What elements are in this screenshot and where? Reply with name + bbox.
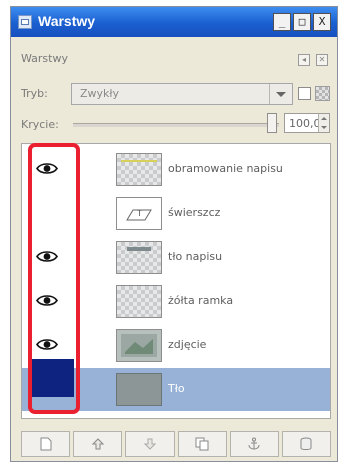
mode-value: Zwykły (80, 87, 120, 100)
new-layer-icon (40, 437, 52, 451)
opacity-slider[interactable] (73, 123, 279, 127)
opacity-value: 100,0 (289, 117, 321, 130)
delete-layer-icon (300, 437, 312, 450)
layer-name: tło napisu (168, 250, 223, 263)
anchor-layer-icon (248, 437, 260, 450)
layer-thumbnail (116, 285, 162, 318)
mode-label: Tryb: (21, 87, 48, 100)
layer-thumbnail (116, 373, 162, 406)
layers-toolbar (21, 431, 332, 457)
lower-layer-icon (143, 438, 156, 450)
maximize-button[interactable]: □ (293, 13, 311, 31)
layer-name: świerszcz (168, 206, 221, 219)
layer-thumbnail: T (116, 197, 162, 230)
transparency-checker-icon (315, 86, 330, 101)
panel-menu-icon[interactable]: ◂ (298, 54, 310, 66)
keep-transparency-checkbox[interactable] (298, 87, 311, 100)
svg-text:T: T (136, 209, 142, 218)
opacity-label: Krycie: (21, 118, 59, 131)
raise-layer-icon (91, 438, 104, 450)
new-layer-button[interactable] (21, 431, 71, 457)
layers-window-icon (18, 15, 32, 29)
opacity-slider-handle[interactable] (267, 113, 277, 133)
window-title: Warstwy (38, 13, 96, 29)
raise-layer-button[interactable] (73, 431, 123, 457)
minimize-button[interactable]: _ (273, 13, 291, 31)
layers-window: Warstwy _ □ X Warstwy ◂ ✕ Tryb: Zwykły K… (10, 6, 338, 462)
text-layer-icon: T (126, 209, 152, 221)
mode-dropdown[interactable]: Zwykły (71, 83, 293, 105)
delete-layer-button[interactable] (281, 431, 332, 457)
duplicate-layer-icon (195, 437, 209, 451)
layer-name: Tło (168, 382, 185, 395)
title-bar[interactable]: Warstwy _ □ X (11, 7, 337, 37)
duplicate-layer-button[interactable] (177, 431, 227, 457)
layer-thumbnail (116, 153, 162, 186)
visibility-column-highlight (28, 143, 80, 414)
chevron-down-icon[interactable] (269, 84, 292, 104)
layer-thumbnail (116, 329, 162, 362)
lower-layer-button[interactable] (125, 431, 175, 457)
spin-arrows-icon[interactable] (318, 114, 329, 132)
panel-title: Warstwy (21, 52, 68, 65)
layer-name: zdjęcie (168, 338, 207, 351)
opacity-spinbox[interactable]: 100,0 (284, 113, 330, 133)
anchor-layer-button[interactable] (229, 431, 279, 457)
layer-name: obramowanie napisu (168, 162, 283, 175)
panel-close-icon[interactable]: ✕ (316, 54, 328, 66)
close-button[interactable]: X (313, 13, 331, 31)
layer-thumbnail (116, 241, 162, 274)
layer-name: żółta ramka (168, 294, 234, 307)
